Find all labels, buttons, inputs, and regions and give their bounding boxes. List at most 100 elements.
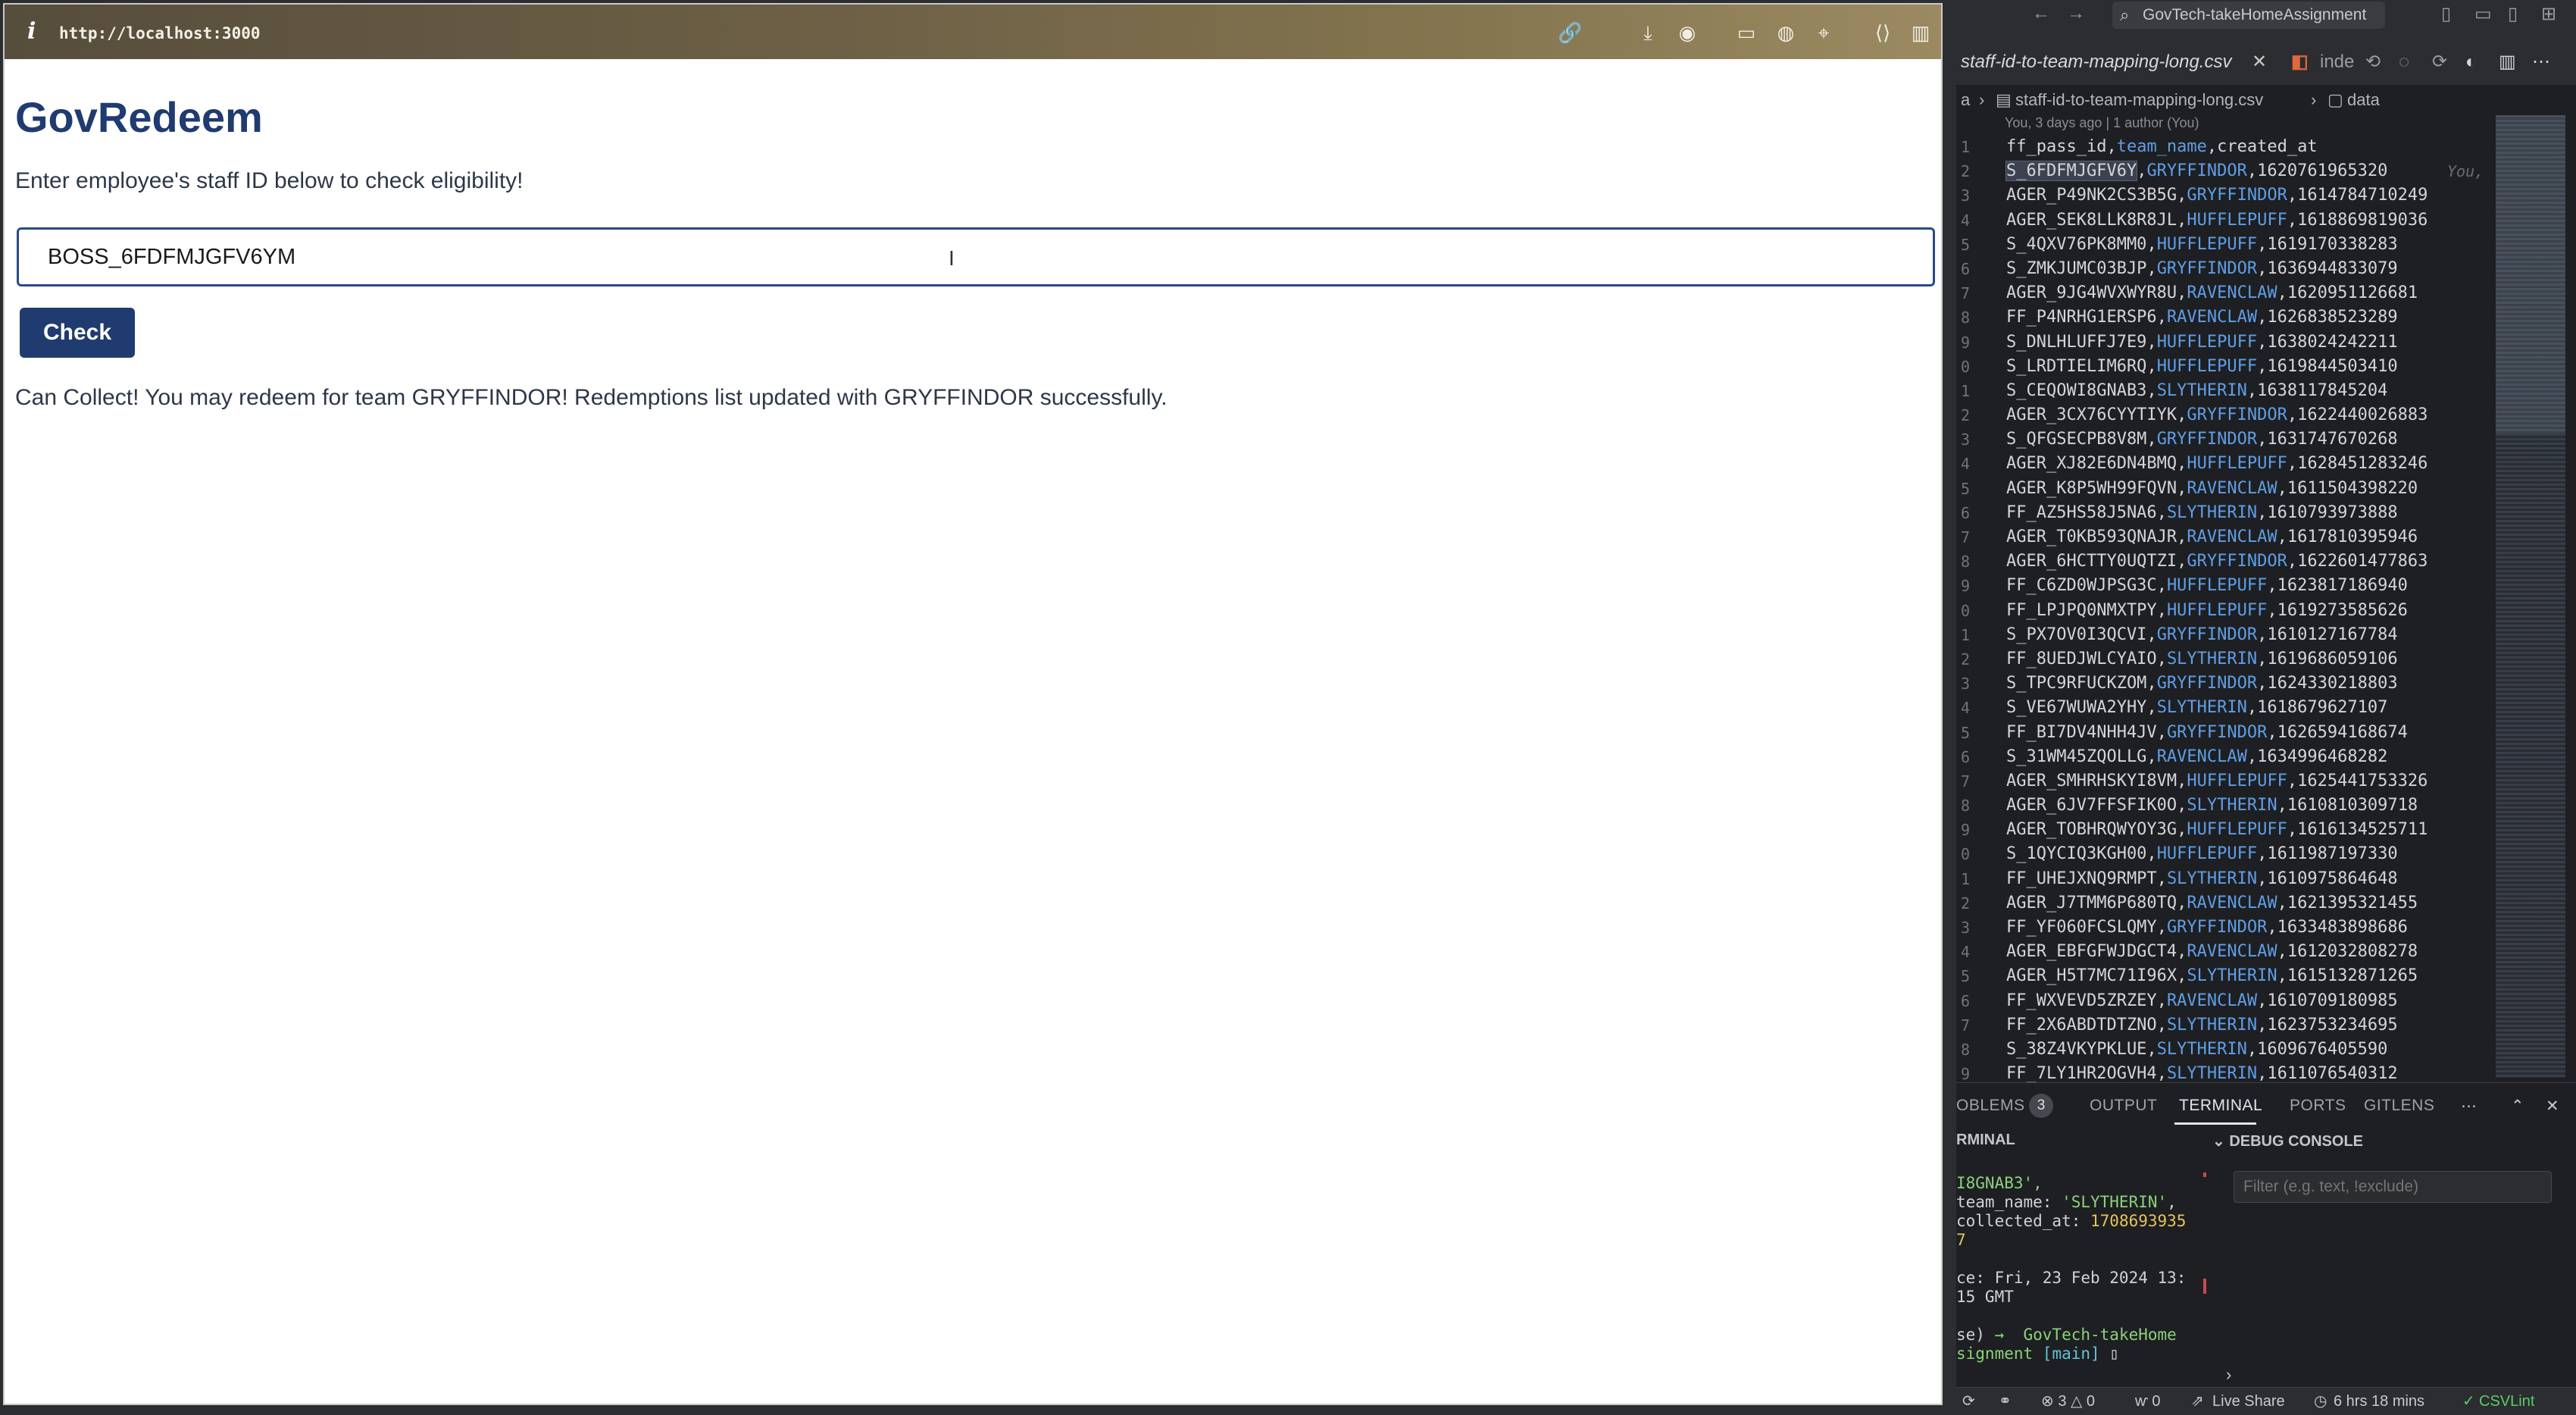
code-icon[interactable]: ⟨⟩ <box>1871 21 1894 44</box>
team-cell: SLYTHERIN <box>2156 698 2247 718</box>
globe-icon[interactable]: ◍ <box>1774 21 1797 44</box>
header-col: ff_pass_id <box>2006 137 2107 156</box>
more-icon[interactable]: ⋯ <box>2532 44 2550 80</box>
line-number: 0 <box>1961 357 1971 376</box>
tab-csv[interactable]: staff-id-to-team-mapping-long.csv <box>1961 44 2231 80</box>
history-icon[interactable]: ⟲ <box>2365 44 2381 80</box>
staff-id-cell: AGER_6JV7FFSFIK0O <box>2006 796 2177 816</box>
sync-icon[interactable]: ⟳ <box>1962 1388 1975 1415</box>
close-icon[interactable]: ✕ <box>2252 44 2267 80</box>
code-line: 2 FF_8UEDJWLCYAIO,SLYTHERIN,1619686059106 <box>1956 647 2487 671</box>
sidebar-icon[interactable]: ▥ <box>1909 21 1932 44</box>
layout-sidebar-icon[interactable]: ▯ <box>2441 3 2451 25</box>
code-line: 9 S_DNLHLUFFJ7E9,HUFFLEPUFF,1638024242211 <box>1956 330 2487 355</box>
timestamp-cell: 1619170338283 <box>2267 234 2398 254</box>
remote-icon[interactable]: ⚭ <box>1999 1388 2012 1415</box>
download-icon[interactable]: ⤓ <box>1637 21 1659 44</box>
debug-filter-input[interactable] <box>2234 1171 2552 1203</box>
timestamp-cell: 1623753234695 <box>2267 1015 2398 1035</box>
minimap-slider[interactable] <box>2496 115 2565 434</box>
timestamp-cell: 1615132871265 <box>2287 966 2418 986</box>
staff-id-cell: FF_7LY1HR2OGVH4 <box>2006 1064 2157 1084</box>
timestamp-cell: 1610793973888 <box>2267 502 2398 522</box>
staff-id-cell: AGER_SMHRHSKYI8VM <box>2006 771 2177 790</box>
team-cell: RAVENCLAW <box>2166 991 2258 1010</box>
ports-status[interactable]: ⱳ 0 <box>2135 1388 2161 1415</box>
code-line: 1 FF_UHEJXNQ9RMPT,SLYTHERIN,1610975864648 <box>1956 867 2487 891</box>
timestamp-cell: 1610975864648 <box>2267 869 2398 888</box>
forward-arrow-icon[interactable]: → <box>2067 3 2085 24</box>
preview-icon[interactable]: ◐ <box>2465 44 2477 80</box>
team-cell: RAVENCLAW <box>2166 308 2258 327</box>
terminal-icon[interactable]: ▭ <box>1735 21 1758 44</box>
layout-custom-icon[interactable]: ⊞ <box>2541 3 2556 25</box>
line-number: 2 <box>1961 650 1971 668</box>
tab-index[interactable]: inde <box>2320 44 2354 80</box>
crosshair-icon[interactable]: ⌖ <box>1812 21 1835 44</box>
info-icon[interactable]: i <box>27 18 36 45</box>
split-editor-icon[interactable]: ▥ <box>2499 44 2516 80</box>
camera-icon[interactable]: ◉ <box>1676 21 1699 44</box>
breadcrumb-root[interactable]: a <box>1961 85 1970 115</box>
terminal-output[interactable]: I8GNAB3', team_name: 'SLYTHERIN', collecte… <box>1956 1174 2199 1363</box>
close-panel-icon[interactable]: ✕ <box>2546 1097 2559 1116</box>
staff-id-input[interactable] <box>17 227 1935 286</box>
chevron-right-icon[interactable]: › <box>2226 1365 2231 1385</box>
line-number: 5 <box>1961 967 1971 986</box>
panel-splitter[interactable] <box>2203 1172 2206 1377</box>
time-tracker[interactable]: 6 hrs 18 mins <box>2334 1388 2424 1415</box>
chevron-up-icon[interactable]: ⌃ <box>2511 1097 2524 1116</box>
code-line: 7 AGER_SMHRHSKYI8VM,HUFFLEPUFF,1625441753… <box>1956 769 2487 794</box>
team-cell: RAVENCLAW <box>2187 478 2277 498</box>
git-compare-icon[interactable]: ◌ <box>2399 44 2409 80</box>
more-icon[interactable]: ⋯ <box>2461 1097 2478 1116</box>
back-arrow-icon[interactable]: ← <box>2032 3 2050 24</box>
team-cell: SLYTHERIN <box>2187 796 2277 816</box>
layout-right-icon[interactable]: ▯ <box>2508 3 2518 25</box>
git-forward-icon[interactable]: ⟳ <box>2432 44 2447 80</box>
timestamp-cell: 1620761965320 <box>2257 161 2388 181</box>
terminal-line: collected_at: 1708693935 <box>1956 1212 2187 1230</box>
breadcrumb-data[interactable]: data <box>2347 85 2380 115</box>
team-cell: HUFFLEPUFF <box>2166 600 2268 620</box>
team-cell: SLYTHERIN <box>2156 1039 2247 1059</box>
staff-id-cell: FF_YF060FCSLQMY <box>2006 918 2157 937</box>
code-line: 5 FF_BI7DV4NHH4JV,GRYFFINDOR,162659416867… <box>1956 721 2487 745</box>
problems-status[interactable]: ⊗ 3 △ 0 <box>2041 1388 2095 1415</box>
code-line: 6 S_31WM45ZQOLLG,RAVENCLAW,1634996468282 <box>1956 745 2487 769</box>
code-area[interactable]: 1 ff_pass_id,team_name,created_at 2 S_6FD… <box>1956 135 2487 1086</box>
staff-id-cell: FF_WXVEVD5ZRZEY <box>2006 991 2157 1010</box>
code-line: 3 FF_YF060FCSLQMY,GRYFFINDOR,163348389868… <box>1956 916 2487 940</box>
liveshare-button[interactable]: Live Share <box>2212 1388 2285 1415</box>
terminal-line: ce: Fri, 23 Feb 2024 13: <box>1956 1269 2187 1287</box>
team-cell: RAVENCLAW <box>2187 942 2277 962</box>
check-button[interactable]: Check <box>20 308 135 358</box>
tab-output[interactable]: OUTPUT <box>2090 1097 2157 1115</box>
link-icon[interactable]: 🔗 <box>1558 21 1582 44</box>
panel-tabs: OBLEMS 3 OUTPUT TERMINAL PORTS GITLENS ⋯… <box>1956 1083 2576 1129</box>
tab-problems[interactable]: OBLEMS <box>1956 1097 2025 1115</box>
team-cell: SLYTHERIN <box>2156 380 2247 400</box>
csvlint-status[interactable]: CSVLint <box>2479 1388 2534 1415</box>
staff-id-cell: AGER_TOBHRQWYOY3G <box>2006 820 2177 840</box>
team-cell: SLYTHERIN <box>2166 1064 2258 1084</box>
team-cell: HUFFLEPUFF <box>2156 234 2258 254</box>
team-cell: GRYFFINDOR <box>2166 918 2268 937</box>
line-number: 7 <box>1961 1016 1971 1035</box>
command-search[interactable]: ⌕ GovTech-takeHomeAssignment <box>2112 2 2385 29</box>
timestamp-cell: 1616134525711 <box>2297 820 2428 840</box>
line-number: 1 <box>1961 381 1971 400</box>
git-blame-annotation[interactable]: You, 3 days ago | 1 author (You) <box>2005 115 2199 131</box>
team-cell: GRYFFINDOR <box>2156 258 2258 278</box>
debug-console-title[interactable]: ⌄ DEBUG CONSOLE <box>2212 1132 2363 1150</box>
tab-gitlens[interactable]: GITLENS <box>2364 1097 2434 1115</box>
line-number: 7 <box>1961 528 1971 546</box>
url-text[interactable]: http://localhost:3000 <box>59 24 261 42</box>
tab-ports[interactable]: PORTS <box>2290 1097 2346 1115</box>
code-line: 0 FF_LPJPQ0NMXTPY,HUFFLEPUFF,161927358562… <box>1956 599 2487 623</box>
breadcrumb-file[interactable]: staff-id-to-team-mapping-long.csv <box>2015 85 2263 115</box>
layout-panel-icon[interactable]: ▭ <box>2474 3 2492 25</box>
team-cell: GRYFFINDOR <box>2166 722 2268 742</box>
line-number: 6 <box>1961 991 1971 1010</box>
tab-terminal[interactable]: TERMINAL <box>2179 1097 2262 1115</box>
